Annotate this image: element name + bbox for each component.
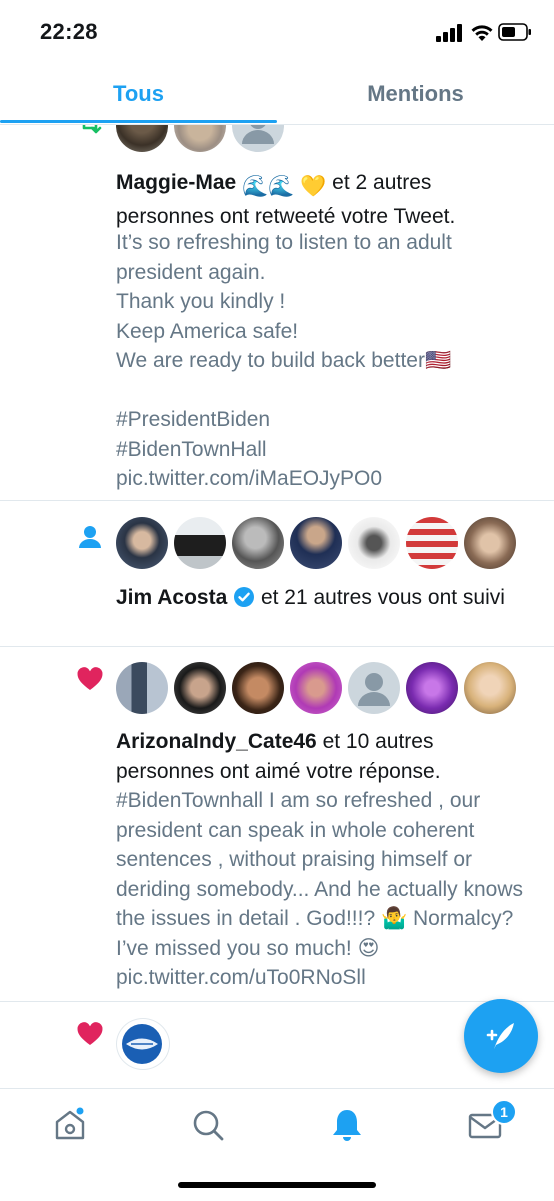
avatar-row xyxy=(116,125,284,152)
notifications-tabs: Tous Mentions xyxy=(0,66,554,125)
compose-feather-icon xyxy=(486,1023,514,1049)
messages-unread-badge: 1 xyxy=(491,1099,517,1125)
notification-header: Jim Acosta et 21 autres vous ont suivi xyxy=(116,583,516,613)
avatar[interactable] xyxy=(116,517,168,569)
user-name[interactable]: Maggie-Mae xyxy=(116,171,236,194)
battery-icon xyxy=(498,23,531,41)
blue-globe-logo-icon xyxy=(122,1024,162,1064)
default-avatar[interactable] xyxy=(232,125,284,152)
avatar[interactable] xyxy=(174,662,226,714)
user-name[interactable]: Jim Acosta xyxy=(116,586,227,609)
verified-badge-icon xyxy=(234,587,255,607)
heart-icon xyxy=(77,667,103,690)
home-indicator-bar xyxy=(178,1182,376,1188)
tweet-text[interactable]: It’s so refreshing to listen to an adult… xyxy=(116,228,526,494)
avatar[interactable] xyxy=(348,517,400,569)
notification-header: Maggie-Mae 🌊🌊 💛 et 2 autres personnes on… xyxy=(116,168,516,231)
avatar[interactable] xyxy=(290,662,342,714)
heart-icon xyxy=(77,1022,103,1045)
status-time: 22:28 xyxy=(40,19,98,44)
user-emoji: 🌊🌊 💛 xyxy=(242,175,327,198)
notification-action: et 21 autres vous ont suivi xyxy=(260,586,505,609)
wifi-icon xyxy=(471,25,493,41)
tweet-text[interactable]: #BidenTownhall I am so refreshed , our p… xyxy=(116,786,526,993)
tab-mentions[interactable]: Mentions xyxy=(277,66,554,122)
avatar[interactable] xyxy=(406,662,458,714)
notification-header: ArizonaIndy_Cate46 et 10 autres personne… xyxy=(116,727,516,786)
avatar[interactable] xyxy=(232,662,284,714)
avatar[interactable] xyxy=(174,517,226,569)
avatar[interactable] xyxy=(464,517,516,569)
home-icon[interactable] xyxy=(50,1105,90,1145)
notification-item[interactable]: Maggie-Mae 🌊🌊 💛 et 2 autres personnes on… xyxy=(0,125,554,501)
retweet-icon xyxy=(82,125,102,134)
avatar[interactable] xyxy=(464,662,516,714)
avatar[interactable] xyxy=(116,1018,170,1070)
person-placeholder-icon xyxy=(242,125,274,144)
compose-tweet-button[interactable] xyxy=(464,999,538,1073)
notifications-bell-icon[interactable] xyxy=(327,1105,367,1145)
avatar[interactable] xyxy=(290,517,342,569)
notification-item[interactable]: ArizonaIndy_Cate46 et 10 autres personne… xyxy=(0,647,554,1002)
avatar-row xyxy=(116,1018,170,1070)
avatar[interactable] xyxy=(406,517,458,569)
avatar[interactable] xyxy=(116,125,168,152)
cellular-signal-icon xyxy=(436,24,462,42)
notifications-feed[interactable]: Maggie-Mae 🌊🌊 💛 et 2 autres personnes on… xyxy=(0,125,554,1088)
tab-all[interactable]: Tous xyxy=(0,66,277,122)
notification-item[interactable]: Jim Acosta et 21 autres vous ont suivi xyxy=(0,501,554,647)
person-icon xyxy=(79,526,101,548)
active-tab-indicator xyxy=(0,120,277,123)
person-placeholder-icon xyxy=(358,673,390,706)
avatar-row xyxy=(116,517,516,569)
avatar[interactable] xyxy=(116,662,168,714)
user-name[interactable]: ArizonaIndy_Cate46 xyxy=(116,730,317,753)
avatar-row xyxy=(116,662,516,714)
avatar[interactable] xyxy=(232,517,284,569)
status-bar: 22:28 xyxy=(0,0,554,66)
avatar[interactable] xyxy=(174,125,226,152)
default-avatar[interactable] xyxy=(348,662,400,714)
search-icon[interactable] xyxy=(188,1105,228,1145)
